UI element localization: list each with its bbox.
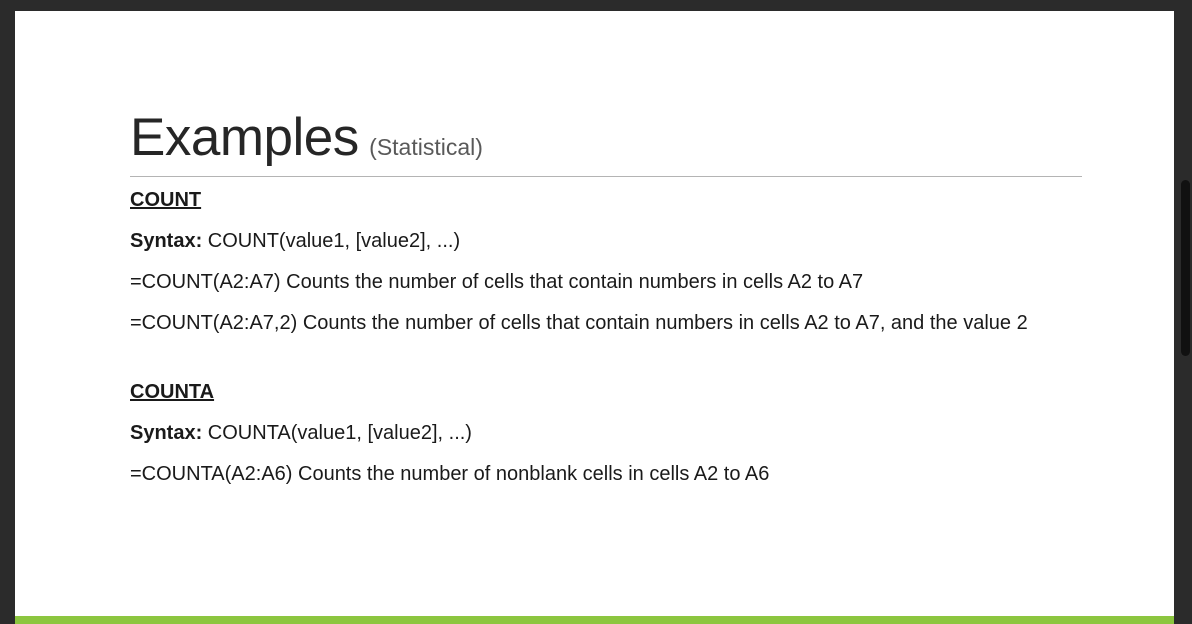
- example-line: =COUNTA(A2:A6) Counts the number of nonb…: [130, 463, 770, 485]
- example-line: =COUNT(A2:A7) Counts the number of cells…: [130, 271, 864, 293]
- slide: Examples (Statistical) COUNT Syntax: COU…: [15, 11, 1174, 624]
- syntax-line-count: Syntax: COUNT(value1, [value2], ...): [130, 229, 1060, 254]
- slide-title: Examples: [130, 108, 359, 167]
- presentation-viewer: Examples (Statistical) COUNT Syntax: COU…: [0, 0, 1192, 624]
- slide-title-row: Examples (Statistical): [130, 107, 483, 168]
- title-divider: [130, 176, 1082, 177]
- slide-subtitle: (Statistical): [369, 134, 483, 160]
- syntax-text: COUNTA(value1, [value2], ...): [202, 422, 472, 444]
- slide-accent-bar: [15, 616, 1174, 624]
- example-line: =COUNT(A2:A7,2) Counts the number of cel…: [130, 312, 1028, 334]
- section-heading-count: COUNT: [130, 189, 202, 211]
- syntax-text: COUNT(value1, [value2], ...): [202, 230, 461, 252]
- vertical-scrollbar[interactable]: [1181, 180, 1190, 356]
- syntax-label: Syntax:: [130, 422, 203, 444]
- syntax-line-counta: Syntax: COUNTA(value1, [value2], ...): [130, 421, 1060, 446]
- syntax-label: Syntax:: [130, 230, 203, 252]
- slide-content: COUNT Syntax: COUNT(value1, [value2], ..…: [130, 188, 1060, 487]
- section-heading-counta: COUNTA: [130, 381, 215, 403]
